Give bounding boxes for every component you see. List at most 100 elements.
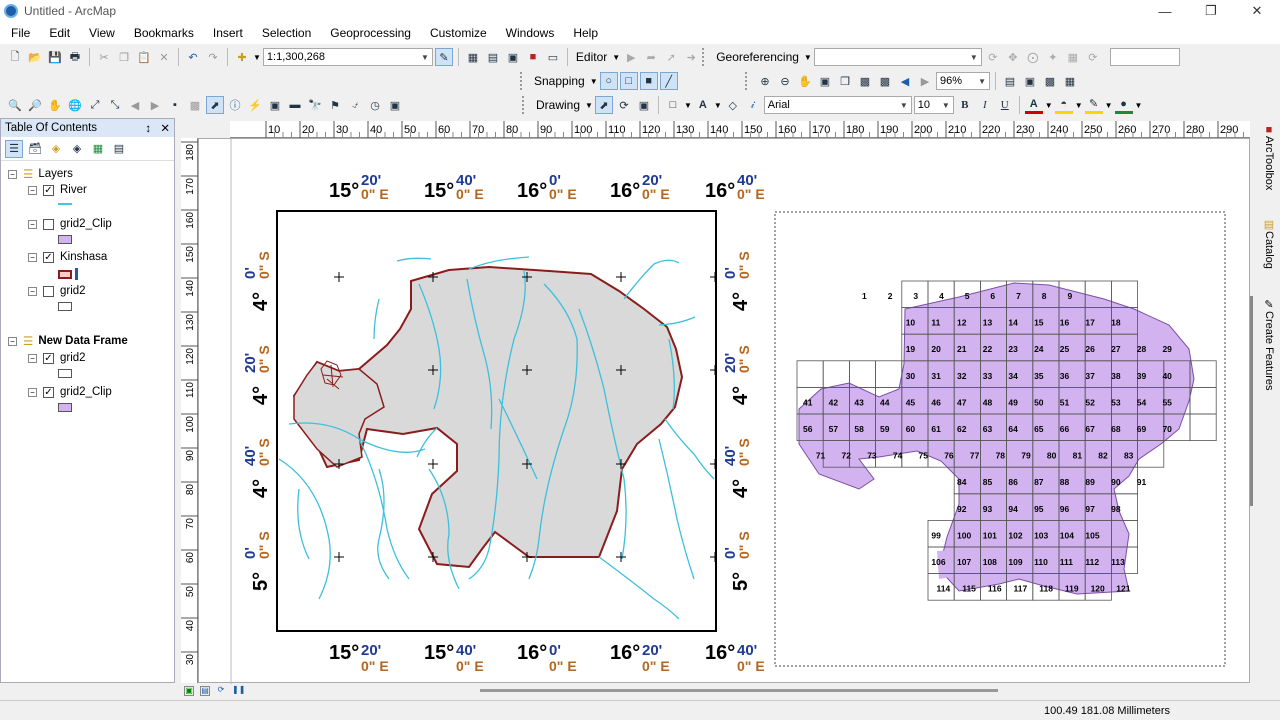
menu-view[interactable]: View xyxy=(78,22,123,44)
horizontal-scrollbar[interactable] xyxy=(480,689,998,692)
menu-edit[interactable]: Edit xyxy=(38,22,78,44)
font-color-button[interactable]: A xyxy=(1024,96,1043,114)
rotate-icon[interactable]: ⟳ xyxy=(984,48,1002,66)
marker-color-icon[interactable]: ● xyxy=(1114,96,1133,114)
toc-close-icon[interactable]: ✕ xyxy=(160,123,170,135)
font-size-select[interactable]: 10 ▼ xyxy=(913,96,954,114)
edit-annotation-icon[interactable]: ➦ xyxy=(642,48,660,66)
collapse-icon[interactable]: − xyxy=(28,185,37,195)
list-by-visibility-icon[interactable]: ◈ xyxy=(47,140,65,158)
grid2-b-fill-symbol[interactable] xyxy=(58,369,72,378)
select-features-icon[interactable]: ▪ xyxy=(166,96,184,114)
arctoolbox-icon[interactable]: ■ xyxy=(524,48,542,66)
maximize-button[interactable]: ❐ xyxy=(1188,0,1234,22)
map-scale-select[interactable]: 1:1,300,268 ▼ xyxy=(262,48,433,66)
zoom-whole-page-icon[interactable]: ▣ xyxy=(816,72,834,90)
map-data-frame[interactable] xyxy=(276,210,720,632)
python-icon[interactable]: ▭ xyxy=(544,48,562,66)
html-popup-icon[interactable]: ▣ xyxy=(266,96,284,114)
measure-icon[interactable]: ▬ xyxy=(286,96,304,114)
find-icon[interactable]: 🔭 xyxy=(306,96,324,114)
layout-zoom-select[interactable]: 96% ▼ xyxy=(936,72,990,90)
viewer-icon[interactable]: ⟳ xyxy=(1084,48,1102,66)
pan-icon[interactable]: ✋ xyxy=(46,96,64,114)
collapse-icon[interactable]: − xyxy=(28,219,37,229)
zoom-out-page-icon[interactable]: ⊖ xyxy=(776,72,794,90)
full-extent-icon[interactable]: 🌐 xyxy=(66,96,84,114)
fixed-zoom-out-icon[interactable]: ▩ xyxy=(876,72,894,90)
table-icon[interactable]: ▦ xyxy=(464,48,482,66)
edit-vertices-icon[interactable]: ◇ xyxy=(724,96,742,114)
go-forward-icon[interactable]: ▶ xyxy=(146,96,164,114)
grid2-clip-b-fill-symbol[interactable] xyxy=(58,403,72,412)
open-folder-icon[interactable]: 📂 xyxy=(26,48,44,66)
focus-data-frame-icon[interactable]: ▣ xyxy=(1021,72,1039,90)
menu-selection[interactable]: Selection xyxy=(251,22,319,44)
go-back-icon[interactable]: ◀ xyxy=(126,96,144,114)
collapse-icon[interactable]: − xyxy=(28,286,37,296)
editor-toolbar-icon[interactable]: ✎ xyxy=(434,48,453,66)
bold-button[interactable]: B xyxy=(956,96,974,114)
editor-menu[interactable]: Editor xyxy=(573,50,610,64)
delete-icon[interactable]: ✕ xyxy=(155,48,173,66)
catalog-tab[interactable]: ▤ Catalog xyxy=(1259,218,1279,269)
zoom-in-page-icon[interactable]: ⊕ xyxy=(756,72,774,90)
toc-layer-river[interactable]: − ✓ River xyxy=(28,184,87,196)
minimize-button[interactable]: — xyxy=(1142,0,1188,22)
zoom-selected-icon[interactable]: ▣ xyxy=(635,96,653,114)
pause-drawing-icon[interactable]: ❚❚ xyxy=(232,686,245,696)
underline-button[interactable]: U xyxy=(996,96,1014,114)
menu-insert[interactable]: Insert xyxy=(202,22,251,44)
undo-icon[interactable]: ↶ xyxy=(184,48,202,66)
kinshasa-outline-symbol[interactable] xyxy=(58,268,78,280)
data-driven-pages-icon[interactable]: ▦ xyxy=(1061,72,1079,90)
layout-view-icon[interactable]: ▤ xyxy=(200,686,210,696)
fit-display-icon[interactable]: ⨀ xyxy=(1024,48,1042,66)
fixed-zoom-out-map-icon[interactable]: ⤡ xyxy=(106,96,124,114)
link-table-icon[interactable]: ▦ xyxy=(1064,48,1082,66)
toc-layer-grid2-clip-b[interactable]: − ✓ grid2_Clip xyxy=(28,386,112,398)
select-elements-drawing-icon[interactable]: ⬈ xyxy=(594,96,613,114)
vertical-scrollbar[interactable] xyxy=(1250,296,1253,506)
clear-selection-icon[interactable]: ▩ xyxy=(186,96,204,114)
grid2-fill-symbol[interactable] xyxy=(58,302,72,311)
data-view-icon[interactable]: ▣ xyxy=(184,686,194,696)
time-slider-icon[interactable]: ◷ xyxy=(366,96,384,114)
catalog-icon[interactable]: ▤ xyxy=(484,48,502,66)
toc-layer-grid2-b[interactable]: − ✓ grid2 xyxy=(28,352,86,364)
layer-visibility-checkbox[interactable]: ✓ xyxy=(43,386,54,398)
change-layout-icon[interactable]: ▩ xyxy=(1041,72,1059,90)
layout-view[interactable]: 15° 20' 0" E 15° 40' 0" E 16° 0' 0" E 16… xyxy=(198,138,1250,684)
vertex-snap-icon[interactable]: ■ xyxy=(639,72,658,90)
fill-color-icon[interactable]: ◓ xyxy=(1054,96,1073,114)
redo-icon[interactable]: ↷ xyxy=(204,48,222,66)
snapping-menu[interactable]: Snapping xyxy=(531,74,588,88)
list-by-source-icon[interactable]: 🗃 xyxy=(26,140,44,158)
georeferencing-menu[interactable]: Georeferencing xyxy=(713,50,802,64)
collapse-icon[interactable]: − xyxy=(28,353,37,363)
collapse-icon[interactable]: − xyxy=(8,169,17,179)
edit-tool-icon[interactable]: ▶ xyxy=(622,48,640,66)
paste-icon[interactable]: 📋 xyxy=(135,48,153,66)
grid-data-frame[interactable]: 1 2 3 4 5 6 7 8 910 11 12 13 14 15 16 17 1819 20 21 22 23 24 2… xyxy=(774,211,1226,667)
menu-file[interactable]: File xyxy=(0,22,38,44)
layer-visibility-checkbox[interactable]: ✓ xyxy=(43,251,54,263)
drawing-menu[interactable]: Drawing xyxy=(533,98,583,112)
cut-icon[interactable]: ✂ xyxy=(95,48,113,66)
add-control-points-icon[interactable]: ✦ xyxy=(1044,48,1062,66)
previous-extent-icon[interactable]: ◀ xyxy=(896,72,914,90)
menu-help[interactable]: Help xyxy=(562,22,606,44)
data-frame-new[interactable]: − ☰ New Data Frame xyxy=(8,334,128,348)
fixed-zoom-in-icon[interactable]: ▩ xyxy=(856,72,874,90)
menu-windows[interactable]: Windows xyxy=(495,22,563,44)
rotate-element-icon[interactable]: ⟳ xyxy=(615,96,633,114)
zoom-in-icon[interactable]: 🔍 xyxy=(6,96,24,114)
layer-visibility-checkbox[interactable] xyxy=(43,285,54,297)
arctoolbox-tab[interactable]: ■ ArcToolbox xyxy=(1259,124,1279,190)
river-line-symbol[interactable] xyxy=(58,203,72,205)
toc-layer-grid2[interactable]: − grid2 xyxy=(28,285,86,297)
print-icon[interactable]: 🖶 xyxy=(66,48,84,66)
select-elements-icon[interactable]: ⬈ xyxy=(206,96,224,114)
go-to-xy-icon[interactable]: ⍻ xyxy=(346,96,364,114)
georef-layer-select[interactable]: ▼ xyxy=(813,48,982,66)
